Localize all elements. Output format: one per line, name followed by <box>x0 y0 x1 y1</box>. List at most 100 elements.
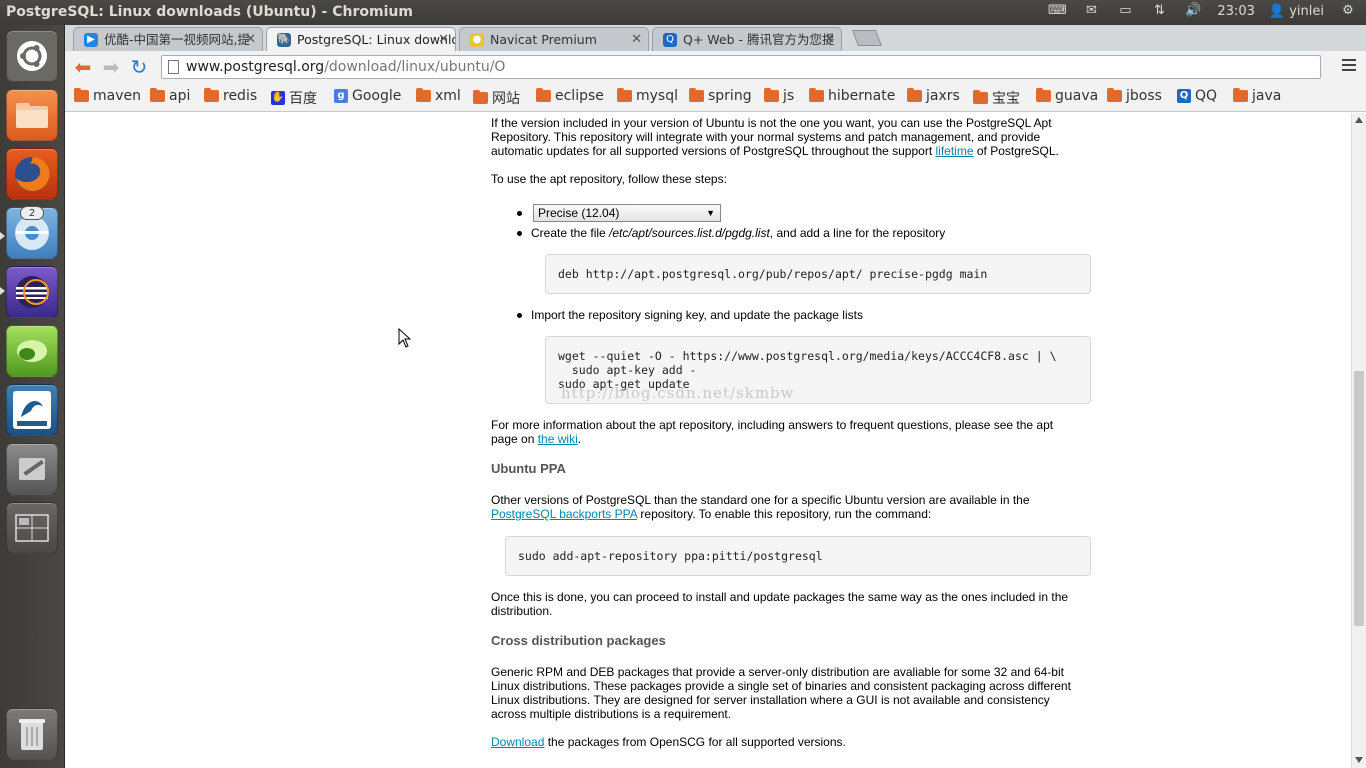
bookmark-label: 百度 <box>289 91 317 107</box>
battery-icon[interactable]: ▭ <box>1115 3 1135 19</box>
wrench-icon <box>7 444 57 494</box>
code-line: sudo apt-key add - <box>558 363 697 377</box>
bookmark-redis[interactable]: redis <box>204 88 257 104</box>
mouse-cursor-icon <box>398 328 412 348</box>
trash-icon <box>7 709 57 759</box>
bookmark-label: spring <box>708 88 752 104</box>
bookmark-maven[interactable]: maven <box>74 88 141 104</box>
reload-icon[interactable]: ↻ <box>127 56 151 78</box>
mysql-workbench-launcher[interactable] <box>6 384 58 436</box>
running-indicator <box>0 232 5 240</box>
cross-line-1: Generic RPM and DEB packages that provid… <box>491 665 1064 679</box>
system-settings-launcher[interactable] <box>6 443 58 495</box>
watermark: http://blog.csdn.net/skmbw <box>561 384 795 402</box>
bookmark-jaxrs[interactable]: jaxrs <box>907 88 960 104</box>
url-path: /download/linux/ubuntu/O <box>324 59 506 75</box>
bookmark-baidu[interactable]: ✋ 百度 <box>271 88 317 108</box>
intro-text-end: of PostgreSQL. <box>973 144 1059 158</box>
launcher: 2 <box>0 25 65 768</box>
folder-icon <box>764 88 779 102</box>
user-menu[interactable]: 👤 yinlei <box>1269 4 1324 19</box>
scroll-down-arrow-icon[interactable] <box>1355 757 1363 763</box>
bookmark-xml[interactable]: xml <box>416 88 461 104</box>
trash-launcher[interactable] <box>6 708 58 760</box>
mail-icon[interactable]: ✉ <box>1081 3 1101 19</box>
clock[interactable]: 23:03 <box>1217 4 1254 19</box>
scroll-up-arrow-icon[interactable] <box>1355 117 1363 123</box>
backports-ppa-link[interactable]: PostgreSQL backports PPA <box>491 507 637 521</box>
running-indicator <box>0 287 5 295</box>
more-info-period: . <box>577 432 582 446</box>
leaf-icon <box>7 326 57 376</box>
new-tab-button[interactable] <box>852 30 882 46</box>
dash-home-button[interactable] <box>6 30 58 82</box>
step-text: Create the file <box>531 226 610 240</box>
bookmark-jboss[interactable]: jboss <box>1107 88 1162 104</box>
download-line: Download the packages from OpenSCG for a… <box>491 735 1091 749</box>
page-icon <box>168 60 179 74</box>
firefox-launcher[interactable] <box>6 148 58 200</box>
address-bar[interactable]: www.postgresql.org/download/linux/ubuntu… <box>161 55 1321 79</box>
code-line: wget --quiet -O - https://www.postgresql… <box>558 349 1057 363</box>
youku-favicon-icon: ▶ <box>84 33 98 47</box>
bookmark-label: 宝宝 <box>992 91 1020 107</box>
bookmark-js[interactable]: js <box>764 88 794 104</box>
bookmark-qq[interactable]: Q QQ <box>1177 88 1217 104</box>
more-info-line-1: For more information about the apt repos… <box>491 418 1054 432</box>
folder-icon <box>1107 88 1122 102</box>
bookmark-label: redis <box>223 88 258 104</box>
folder-icon <box>150 88 165 102</box>
bookmark-mysql[interactable]: mysql <box>617 88 678 104</box>
lifetime-link[interactable]: lifetime <box>936 144 974 158</box>
folder-icon <box>617 88 632 102</box>
folder-icon <box>204 88 219 102</box>
tab-navicat[interactable]: ● Navicat Premium ✕ <box>459 27 649 51</box>
tab-label: Navicat Premium <box>490 32 597 47</box>
bookmark-java[interactable]: java <box>1233 88 1281 104</box>
release-select-value: Precise (12.04) <box>538 206 620 220</box>
bookmark-google[interactable]: g Google <box>334 88 401 104</box>
tab-youku[interactable]: ▶ 优酷-中国第一视频网站,提 ✕ <box>73 27 263 51</box>
bookmark-label: java <box>1252 88 1282 104</box>
bookmark-guava[interactable]: guava <box>1036 88 1098 104</box>
release-select[interactable]: Precise (12.04) ▼ <box>533 204 721 222</box>
bookmark-label: QQ <box>1195 88 1218 104</box>
app-launcher-green[interactable] <box>6 325 58 377</box>
close-tab-icon[interactable]: ✕ <box>824 28 835 51</box>
chromium-launcher[interactable]: 2 <box>6 206 58 259</box>
workspace-switcher[interactable] <box>6 502 58 554</box>
tab-postgresql[interactable]: 🐘 PostgreSQL: Linux downlo ✕ <box>266 27 456 51</box>
wiki-link[interactable]: the wiki <box>538 432 578 446</box>
more-info-line-2: page on the wiki. <box>491 432 1091 446</box>
bookmark-eclipse[interactable]: eclipse <box>536 88 604 104</box>
volume-icon[interactable]: 🔊 <box>1183 3 1203 19</box>
page-viewport: If the version included in your version … <box>65 113 1351 768</box>
close-tab-icon[interactable]: ✕ <box>631 28 642 51</box>
tab-qplus[interactable]: Q Q+ Web - 腾讯官方为您提 ✕ <box>652 27 842 51</box>
bookmark-api[interactable]: api <box>150 88 190 104</box>
folder-icon <box>74 88 89 102</box>
eclipse-launcher[interactable] <box>6 266 58 318</box>
bookmark-label: guava <box>1055 88 1099 104</box>
back-arrow-icon[interactable]: ⬅ <box>71 56 95 78</box>
top-panel: PostgreSQL: Linux downloads (Ubuntu) - C… <box>0 0 1366 25</box>
menu-icon[interactable] <box>1342 59 1356 73</box>
vertical-scrollbar[interactable] <box>1351 113 1366 768</box>
scroll-thumb[interactable] <box>1354 371 1364 626</box>
close-tab-icon[interactable]: ✕ <box>438 28 449 51</box>
download-link[interactable]: Download <box>491 735 544 749</box>
code-line: sudo add-apt-repository ppa:pitti/postgr… <box>518 549 823 563</box>
network-icon[interactable]: ⇅ <box>1149 3 1169 19</box>
ubuntu-logo-icon <box>7 31 57 81</box>
bookmark-baobao[interactable]: 宝宝 <box>973 88 1020 108</box>
bookmark-hibernate[interactable]: hibernate <box>809 88 895 104</box>
keyboard-icon[interactable]: ⌨ <box>1047 3 1067 19</box>
bookmark-spring[interactable]: spring <box>689 88 752 104</box>
forward-arrow-icon[interactable]: ➡ <box>99 56 123 78</box>
files-launcher[interactable] <box>6 89 58 141</box>
close-tab-icon[interactable]: ✕ <box>245 28 256 51</box>
ppa-code-block: sudo add-apt-repository ppa:pitti/postgr… <box>505 536 1091 576</box>
baidu-paw-icon: ✋ <box>271 91 285 105</box>
settings-gear-icon[interactable]: ⚙ <box>1338 3 1358 19</box>
bookmark-website[interactable]: 网站 <box>473 88 520 108</box>
